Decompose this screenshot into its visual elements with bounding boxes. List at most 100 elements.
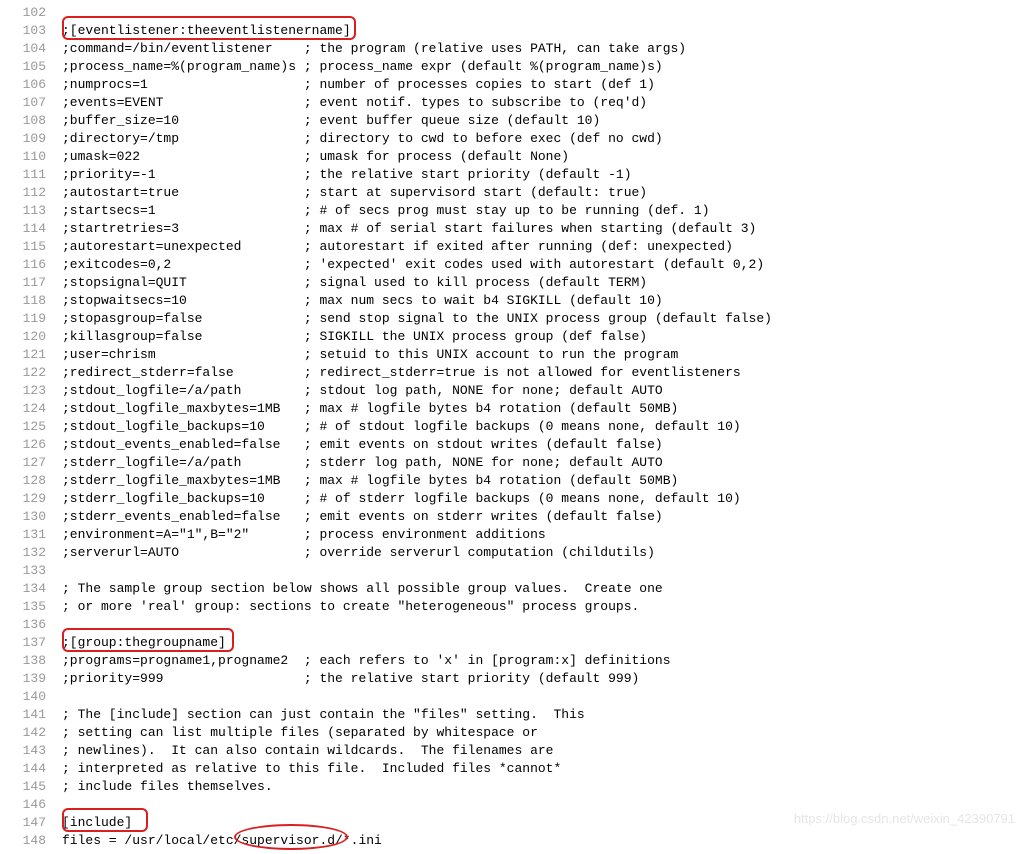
line-number: 124 bbox=[0, 400, 62, 418]
code-text: ;stderr_logfile_maxbytes=1MB ; max # log… bbox=[62, 472, 1027, 490]
code-line: 133 bbox=[0, 562, 1027, 580]
code-line: 103;[eventlistener:theeventlistenername] bbox=[0, 22, 1027, 40]
code-line: 120;killasgroup=false ; SIGKILL the UNIX… bbox=[0, 328, 1027, 346]
line-number: 147 bbox=[0, 814, 62, 832]
code-text: files = /usr/local/etc/supervisor.d/*.in… bbox=[62, 832, 1027, 850]
code-text: ;directory=/tmp ; directory to cwd to be… bbox=[62, 130, 1027, 148]
code-text: ;serverurl=AUTO ; override serverurl com… bbox=[62, 544, 1027, 562]
code-text: ;priority=-1 ; the relative start priori… bbox=[62, 166, 1027, 184]
code-line: 106;numprocs=1 ; number of processes cop… bbox=[0, 76, 1027, 94]
code-text: ; newlines). It can also contain wildcar… bbox=[62, 742, 1027, 760]
code-text: ;autostart=true ; start at supervisord s… bbox=[62, 184, 1027, 202]
line-number: 118 bbox=[0, 292, 62, 310]
line-number: 133 bbox=[0, 562, 62, 580]
line-number: 129 bbox=[0, 490, 62, 508]
line-number: 110 bbox=[0, 148, 62, 166]
code-text: ;stdout_events_enabled=false ; emit even… bbox=[62, 436, 1027, 454]
line-number: 115 bbox=[0, 238, 62, 256]
code-line: 102 bbox=[0, 4, 1027, 22]
line-number: 134 bbox=[0, 580, 62, 598]
code-text: ;stopsignal=QUIT ; signal used to kill p… bbox=[62, 274, 1027, 292]
code-line: 130;stderr_events_enabled=false ; emit e… bbox=[0, 508, 1027, 526]
code-line: 127;stderr_logfile=/a/path ; stderr log … bbox=[0, 454, 1027, 472]
line-number: 114 bbox=[0, 220, 62, 238]
code-text: ; include files themselves. bbox=[62, 778, 1027, 796]
code-line: 111;priority=-1 ; the relative start pri… bbox=[0, 166, 1027, 184]
code-text: ;[group:thegroupname] bbox=[62, 634, 1027, 652]
line-number: 136 bbox=[0, 616, 62, 634]
code-line: 134; The sample group section below show… bbox=[0, 580, 1027, 598]
code-text: ;killasgroup=false ; SIGKILL the UNIX pr… bbox=[62, 328, 1027, 346]
code-text: ;stderr_logfile_backups=10 ; # of stderr… bbox=[62, 490, 1027, 508]
code-line: 119;stopasgroup=false ; send stop signal… bbox=[0, 310, 1027, 328]
line-number: 109 bbox=[0, 130, 62, 148]
code-line: 136 bbox=[0, 616, 1027, 634]
code-line: 115;autorestart=unexpected ; autorestart… bbox=[0, 238, 1027, 256]
line-number: 135 bbox=[0, 598, 62, 616]
code-text: ;buffer_size=10 ; event buffer queue siz… bbox=[62, 112, 1027, 130]
line-number: 105 bbox=[0, 58, 62, 76]
line-number: 104 bbox=[0, 40, 62, 58]
line-number: 127 bbox=[0, 454, 62, 472]
line-number: 121 bbox=[0, 346, 62, 364]
code-line: 147[include] bbox=[0, 814, 1027, 832]
code-line: 122;redirect_stderr=false ; redirect_std… bbox=[0, 364, 1027, 382]
code-text: ;umask=022 ; umask for process (default … bbox=[62, 148, 1027, 166]
code-line: 124;stdout_logfile_maxbytes=1MB ; max # … bbox=[0, 400, 1027, 418]
line-number: 140 bbox=[0, 688, 62, 706]
code-line: 117;stopsignal=QUIT ; signal used to kil… bbox=[0, 274, 1027, 292]
line-number: 107 bbox=[0, 94, 62, 112]
line-number: 144 bbox=[0, 760, 62, 778]
code-text: ;priority=999 ; the relative start prior… bbox=[62, 670, 1027, 688]
code-line: 138;programs=progname1,progname2 ; each … bbox=[0, 652, 1027, 670]
code-line: 114;startretries=3 ; max # of serial sta… bbox=[0, 220, 1027, 238]
line-number: 108 bbox=[0, 112, 62, 130]
line-number: 137 bbox=[0, 634, 62, 652]
line-number: 111 bbox=[0, 166, 62, 184]
code-text: ;user=chrism ; setuid to this UNIX accou… bbox=[62, 346, 1027, 364]
code-line: 108;buffer_size=10 ; event buffer queue … bbox=[0, 112, 1027, 130]
code-text: ;autorestart=unexpected ; autorestart if… bbox=[62, 238, 1027, 256]
line-number: 146 bbox=[0, 796, 62, 814]
line-number: 119 bbox=[0, 310, 62, 328]
line-number: 113 bbox=[0, 202, 62, 220]
code-text: ;events=EVENT ; event notif. types to su… bbox=[62, 94, 1027, 112]
code-line: 137;[group:thegroupname] bbox=[0, 634, 1027, 652]
code-line: 107;events=EVENT ; event notif. types to… bbox=[0, 94, 1027, 112]
code-line: 143; newlines). It can also contain wild… bbox=[0, 742, 1027, 760]
code-text: ;process_name=%(program_name)s ; process… bbox=[62, 58, 1027, 76]
code-line: 146 bbox=[0, 796, 1027, 814]
code-text: ;stdout_logfile=/a/path ; stdout log pat… bbox=[62, 382, 1027, 400]
code-line: 126;stdout_events_enabled=false ; emit e… bbox=[0, 436, 1027, 454]
code-line: 129;stderr_logfile_backups=10 ; # of std… bbox=[0, 490, 1027, 508]
code-text: ;redirect_stderr=false ; redirect_stderr… bbox=[62, 364, 1027, 382]
line-number: 142 bbox=[0, 724, 62, 742]
code-text: ;startretries=3 ; max # of serial start … bbox=[62, 220, 1027, 238]
line-number: 122 bbox=[0, 364, 62, 382]
code-text: ; interpreted as relative to this file. … bbox=[62, 760, 1027, 778]
line-number: 145 bbox=[0, 778, 62, 796]
line-number: 148 bbox=[0, 832, 62, 850]
line-number: 126 bbox=[0, 436, 62, 454]
code-line: 128;stderr_logfile_maxbytes=1MB ; max # … bbox=[0, 472, 1027, 490]
code-line: 139;priority=999 ; the relative start pr… bbox=[0, 670, 1027, 688]
code-text: ;command=/bin/eventlistener ; the progra… bbox=[62, 40, 1027, 58]
code-line: 140 bbox=[0, 688, 1027, 706]
line-number: 123 bbox=[0, 382, 62, 400]
code-line: 109;directory=/tmp ; directory to cwd to… bbox=[0, 130, 1027, 148]
line-number: 125 bbox=[0, 418, 62, 436]
line-number: 106 bbox=[0, 76, 62, 94]
code-text: ;stopasgroup=false ; send stop signal to… bbox=[62, 310, 1027, 328]
code-line: 105;process_name=%(program_name)s ; proc… bbox=[0, 58, 1027, 76]
line-number: 130 bbox=[0, 508, 62, 526]
code-line: 104;command=/bin/eventlistener ; the pro… bbox=[0, 40, 1027, 58]
line-number: 116 bbox=[0, 256, 62, 274]
code-line: 110;umask=022 ; umask for process (defau… bbox=[0, 148, 1027, 166]
code-text: ; or more 'real' group: sections to crea… bbox=[62, 598, 1027, 616]
code-text: ;numprocs=1 ; number of processes copies… bbox=[62, 76, 1027, 94]
code-text: ; setting can list multiple files (separ… bbox=[62, 724, 1027, 742]
code-editor: 102103;[eventlistener:theeventlistenerna… bbox=[0, 0, 1027, 854]
code-line: 135; or more 'real' group: sections to c… bbox=[0, 598, 1027, 616]
code-text: ;stdout_logfile_backups=10 ; # of stdout… bbox=[62, 418, 1027, 436]
line-number: 112 bbox=[0, 184, 62, 202]
